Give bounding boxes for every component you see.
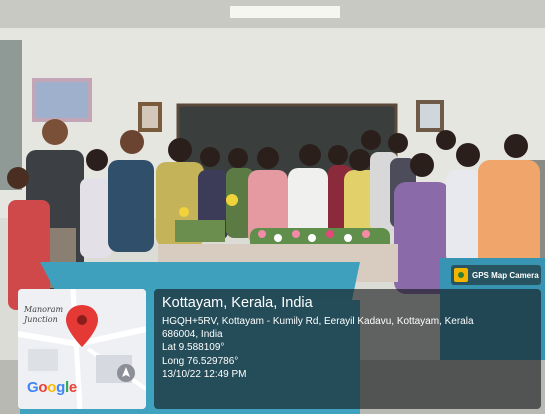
address-line-2: 686004, India xyxy=(162,329,223,341)
badge-label: GPS Map Camera xyxy=(472,270,539,280)
location-stamp: Kottayam, Kerala, India HGQH+5RV, Kottay… xyxy=(154,289,541,409)
address-line-1: HGQH+5RV, Kottayam - Kumily Rd, Eerayil … xyxy=(162,316,474,327)
location-title: Kottayam, Kerala, India xyxy=(162,295,313,311)
latitude: Lat 9.588109° xyxy=(162,342,225,354)
ceiling-light xyxy=(230,6,340,18)
mini-map: Manoram Junction Google xyxy=(18,289,146,409)
map-place-label: Manoram Junction xyxy=(24,305,64,324)
camera-icon xyxy=(454,268,468,282)
longitude: Long 76.529786° xyxy=(162,355,239,367)
google-logo: Google xyxy=(27,379,77,396)
navigation-icon xyxy=(117,364,135,382)
gps-map-camera-badge: GPS Map Camera xyxy=(451,265,541,285)
datetime: 13/10/22 12:49 PM xyxy=(162,368,247,380)
